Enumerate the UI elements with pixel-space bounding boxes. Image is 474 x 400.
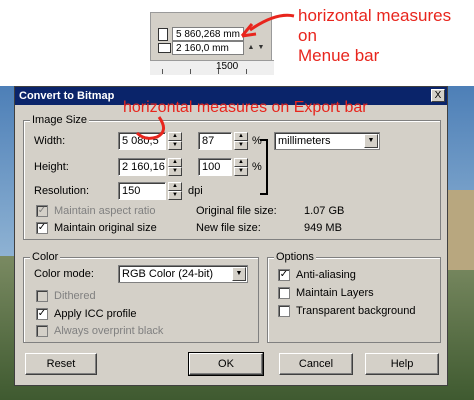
- annotation-arrow-top: [240, 13, 295, 38]
- height-percent-spinner[interactable]: ▲ ▼: [234, 158, 248, 176]
- apply-icc-label: Apply ICC profile: [54, 308, 137, 320]
- transparent-bg-label: Transparent background: [296, 305, 416, 317]
- options-group: Options ✓ Anti-aliasing Maintain Layers …: [267, 251, 441, 343]
- color-group-title: Color: [30, 251, 61, 263]
- anti-aliasing-label: Anti-aliasing: [296, 269, 356, 281]
- dithered-checkbox[interactable]: [36, 290, 48, 302]
- annotation-menubar: horizontal measures on Menue bar: [298, 6, 452, 65]
- close-icon[interactable]: X: [431, 89, 445, 102]
- width-icon: [158, 28, 168, 41]
- maintain-original-checkbox[interactable]: ✓: [36, 222, 48, 234]
- width-percent-input[interactable]: 87: [198, 132, 232, 150]
- cancel-button[interactable]: Cancel: [279, 353, 353, 375]
- transparent-bg-checkbox[interactable]: [278, 305, 290, 317]
- ruler-label: 1500: [216, 61, 239, 72]
- dialog-title: Convert to Bitmap: [19, 90, 115, 102]
- height-label: Height:: [34, 161, 69, 173]
- overprint-checkbox[interactable]: [36, 325, 48, 337]
- options-group-title: Options: [274, 251, 316, 263]
- resolution-input[interactable]: 150: [118, 182, 166, 200]
- background-house: [446, 190, 474, 270]
- spin-up-icon[interactable]: ▲: [246, 41, 256, 55]
- units-select-value: millimeters: [278, 135, 331, 147]
- new-size-value: 949 MB: [304, 222, 342, 234]
- spin-down-icon[interactable]: ▼: [256, 41, 266, 55]
- original-size-value: 1.07 GB: [304, 205, 345, 217]
- original-size-label: Original file size:: [196, 205, 277, 217]
- width-percent-spinner[interactable]: ▲ ▼: [234, 132, 248, 150]
- image-size-group-title: Image Size: [30, 114, 90, 126]
- maintain-aspect-label: Maintain aspect ratio: [54, 205, 156, 217]
- anti-aliasing-checkbox[interactable]: ✓: [278, 269, 290, 281]
- maintain-original-label: Maintain original size: [54, 222, 157, 234]
- image-size-group: Image Size Width: 5 080,5 ▲ ▼ 87 ▲ ▼ % mil…: [23, 114, 441, 240]
- new-size-label: New file size:: [196, 222, 261, 234]
- units-select[interactable]: millimeters ▼: [274, 132, 380, 150]
- height-spinner[interactable]: ▲ ▼: [168, 158, 182, 176]
- color-group: Color Color mode: RGB Color (24-bit) ▼ D…: [23, 251, 259, 343]
- dithered-label: Dithered: [54, 290, 96, 302]
- maintain-aspect-checkbox[interactable]: ✓: [36, 205, 48, 217]
- height-percent-symbol: %: [252, 161, 262, 173]
- resolution-label: Resolution:: [34, 185, 90, 197]
- menubar-width-field[interactable]: 5 860,268 mm: [172, 27, 244, 41]
- ok-button[interactable]: OK: [188, 352, 264, 376]
- maintain-layers-checkbox[interactable]: [278, 287, 290, 299]
- height-input[interactable]: 2 160,16: [118, 158, 166, 176]
- resolution-unit: dpi: [188, 185, 203, 197]
- help-button[interactable]: Help: [365, 353, 439, 375]
- chevron-down-icon[interactable]: ▼: [232, 267, 246, 281]
- overprint-label: Always overprint black: [54, 325, 164, 337]
- height-percent-input[interactable]: 100: [198, 158, 232, 176]
- menubar-height-field[interactable]: 2 160,0 mm: [172, 41, 244, 55]
- reset-button[interactable]: Reset: [25, 353, 97, 375]
- ruler: 1500: [150, 60, 274, 75]
- annotation-arrow-dialog: [135, 116, 165, 140]
- convert-to-bitmap-dialog: Convert to Bitmap X Image Size Width: 5 …: [14, 86, 448, 386]
- maintain-layers-label: Maintain Layers: [296, 287, 374, 299]
- color-mode-label: Color mode:: [34, 268, 94, 280]
- height-icon: [158, 43, 171, 53]
- apply-icc-checkbox[interactable]: ✓: [36, 308, 48, 320]
- resolution-spinner[interactable]: ▲ ▼: [168, 182, 182, 200]
- width-label: Width:: [34, 135, 66, 147]
- chevron-down-icon[interactable]: ▼: [364, 134, 378, 148]
- color-mode-select[interactable]: RGB Color (24-bit) ▼: [118, 265, 248, 283]
- color-mode-value: RGB Color (24-bit): [122, 268, 214, 280]
